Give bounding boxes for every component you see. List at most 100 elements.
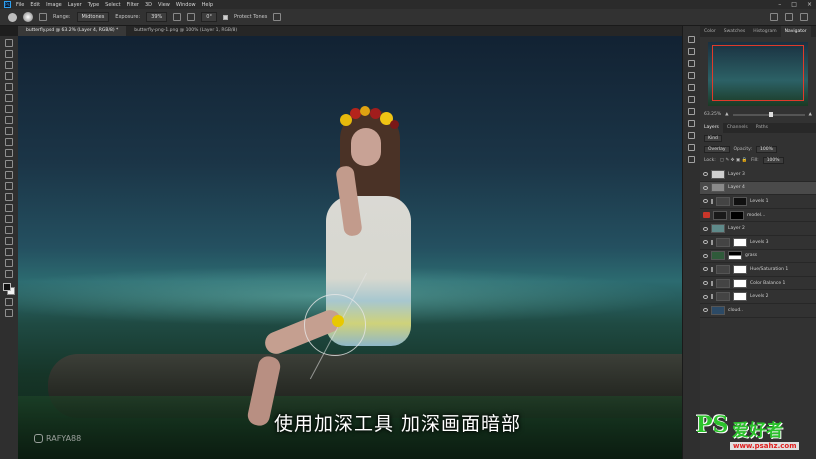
menu-file[interactable]: File bbox=[16, 2, 24, 8]
menu-window[interactable]: Window bbox=[176, 2, 196, 8]
zoom-in-icon[interactable]: ▲ bbox=[809, 112, 812, 117]
lasso-tool-icon[interactable] bbox=[5, 61, 13, 69]
brush-settings-icon[interactable] bbox=[39, 13, 47, 21]
protect-tones-checkbox[interactable] bbox=[222, 14, 228, 20]
edit-toolbar-icon[interactable] bbox=[5, 270, 13, 278]
brush-tool-icon[interactable] bbox=[5, 127, 13, 135]
layer-row[interactable]: model... bbox=[700, 209, 816, 223]
visibility-eye-icon[interactable] bbox=[703, 267, 708, 272]
lock-icons[interactable]: ▢ ✎ ✥ ▣ 🔒 bbox=[720, 158, 747, 163]
menu-3d[interactable]: 3D bbox=[145, 2, 152, 8]
blur-tool-icon[interactable] bbox=[5, 182, 13, 190]
layer-row[interactable]: Layer 4 bbox=[700, 181, 816, 196]
layer-mask-thumbnail[interactable] bbox=[730, 210, 744, 220]
layer-row[interactable]: Layer 3 bbox=[700, 168, 816, 182]
airbrush-icon[interactable] bbox=[173, 13, 182, 21]
quick-mask-icon[interactable] bbox=[5, 298, 13, 306]
quick-select-tool-icon[interactable] bbox=[5, 72, 13, 80]
marquee-tool-icon[interactable] bbox=[5, 50, 13, 58]
exposure-field[interactable]: 39% bbox=[146, 12, 168, 22]
search-icon[interactable] bbox=[770, 13, 778, 21]
layer-comps-panel-icon[interactable] bbox=[688, 156, 695, 163]
visibility-eye-icon[interactable] bbox=[703, 172, 708, 177]
history-brush-tool-icon[interactable] bbox=[5, 149, 13, 157]
menu-select[interactable]: Select bbox=[105, 2, 120, 8]
layer-row[interactable]: Layer 2 bbox=[700, 222, 816, 236]
menu-image[interactable]: Image bbox=[46, 2, 62, 8]
paragraph-panel-icon[interactable] bbox=[688, 132, 695, 139]
eyedropper-tool-icon[interactable] bbox=[5, 105, 13, 113]
foreground-color-swatch[interactable] bbox=[3, 283, 11, 291]
burn-tool-icon[interactable] bbox=[5, 193, 13, 201]
navigator-view-box[interactable] bbox=[712, 45, 804, 101]
styles-panel-icon[interactable] bbox=[688, 84, 695, 91]
layer-row[interactable]: grass bbox=[700, 250, 816, 264]
maximize-icon[interactable]: □ bbox=[791, 1, 797, 8]
menu-view[interactable]: View bbox=[158, 2, 170, 8]
opacity-field[interactable]: 100% bbox=[756, 146, 777, 153]
tab-layers[interactable]: Layers bbox=[700, 123, 723, 133]
character-panel-icon[interactable] bbox=[688, 120, 695, 127]
navigator-preview[interactable] bbox=[708, 42, 808, 106]
tab-paths[interactable]: Paths bbox=[752, 123, 772, 133]
move-tool-icon[interactable] bbox=[5, 39, 13, 47]
visibility-eye-icon[interactable] bbox=[703, 281, 708, 286]
layer-mask-thumbnail[interactable] bbox=[728, 251, 742, 261]
history-panel-icon[interactable] bbox=[688, 36, 695, 43]
screen-mode-icon[interactable] bbox=[5, 309, 13, 317]
zoom-out-icon[interactable]: ▲ bbox=[725, 112, 728, 117]
visibility-eye-icon[interactable] bbox=[703, 199, 708, 204]
tab-navigator[interactable]: Navigator bbox=[780, 26, 811, 37]
visibility-eye-icon[interactable] bbox=[703, 308, 708, 313]
menu-edit[interactable]: Edit bbox=[30, 2, 40, 8]
clone-stamp-tool-icon[interactable] bbox=[5, 138, 13, 146]
visibility-eye-icon[interactable] bbox=[703, 253, 708, 258]
healing-brush-tool-icon[interactable] bbox=[5, 116, 13, 124]
visibility-eye-icon[interactable] bbox=[703, 212, 710, 219]
zoom-slider-knob[interactable] bbox=[768, 111, 773, 117]
visibility-eye-icon[interactable] bbox=[703, 294, 708, 299]
layer-row[interactable]: Levels 1 bbox=[700, 195, 816, 209]
layer-mask-thumbnail[interactable] bbox=[733, 292, 747, 302]
layer-row[interactable]: Hue/Saturation 1 bbox=[700, 263, 816, 277]
burn-tool-icon[interactable] bbox=[8, 12, 17, 22]
close-icon[interactable]: × bbox=[807, 1, 812, 8]
layer-mask-thumbnail[interactable] bbox=[733, 264, 747, 274]
menu-filter[interactable]: Filter bbox=[127, 2, 139, 8]
visibility-eye-icon[interactable] bbox=[703, 185, 708, 190]
pressure-size-icon[interactable] bbox=[273, 13, 282, 21]
tab-histogram[interactable]: Histogram bbox=[749, 26, 780, 37]
range-select[interactable]: Midtones bbox=[76, 12, 110, 22]
workspace-icon[interactable] bbox=[785, 13, 793, 21]
blend-mode-select[interactable]: Overlay bbox=[704, 146, 730, 153]
layer-row[interactable]: Levels 2 bbox=[700, 290, 816, 304]
hand-tool-icon[interactable] bbox=[5, 248, 13, 256]
pen-tool-icon[interactable] bbox=[5, 204, 13, 212]
fill-field[interactable]: 100% bbox=[762, 157, 784, 164]
layer-mask-thumbnail[interactable] bbox=[733, 196, 747, 206]
menu-layer[interactable]: Layer bbox=[68, 2, 82, 8]
type-tool-icon[interactable] bbox=[5, 215, 13, 223]
layer-filter-select[interactable]: Kind bbox=[704, 135, 722, 142]
brush-preset-picker[interactable] bbox=[23, 12, 33, 22]
gradient-tool-icon[interactable] bbox=[5, 171, 13, 179]
layer-row[interactable]: cloud.. bbox=[700, 304, 816, 318]
angle-field[interactable]: 0° bbox=[201, 12, 217, 22]
tab-color[interactable]: Color bbox=[700, 26, 720, 37]
menu-help[interactable]: Help bbox=[202, 2, 213, 8]
document-tab-butterfly-psd[interactable]: butterfly.psd @ 63.2% (Layer 4, RGB/8) * bbox=[18, 26, 127, 36]
share-icon[interactable] bbox=[800, 13, 808, 21]
eraser-tool-icon[interactable] bbox=[5, 160, 13, 168]
brushes-panel-icon[interactable] bbox=[688, 96, 695, 103]
info-panel-icon[interactable] bbox=[688, 108, 695, 115]
minimize-icon[interactable]: – bbox=[778, 1, 781, 8]
shape-tool-icon[interactable] bbox=[5, 237, 13, 245]
path-select-tool-icon[interactable] bbox=[5, 226, 13, 234]
tab-swatches[interactable]: Swatches bbox=[720, 26, 750, 37]
visibility-eye-icon[interactable] bbox=[703, 226, 708, 231]
color-swatches[interactable] bbox=[3, 283, 15, 295]
properties-panel-icon[interactable] bbox=[688, 60, 695, 67]
layer-row[interactable]: Color Balance 1 bbox=[700, 277, 816, 291]
layer-mask-thumbnail[interactable] bbox=[733, 278, 747, 288]
layer-mask-thumbnail[interactable] bbox=[733, 237, 747, 247]
